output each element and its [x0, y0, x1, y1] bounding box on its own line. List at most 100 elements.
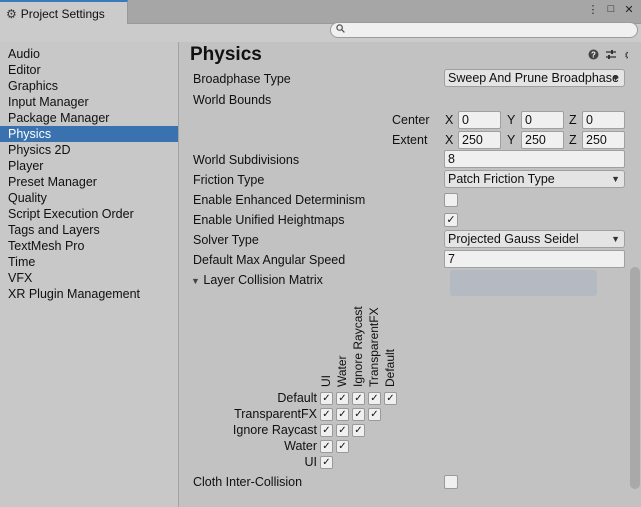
- matrix-checkbox[interactable]: ✓: [320, 440, 333, 453]
- solver-type-label: Solver Type: [193, 233, 259, 247]
- matrix-checkbox[interactable]: ✓: [320, 408, 333, 421]
- broadphase-label: Broadphase Type: [193, 72, 291, 86]
- extent-z-label: Z: [569, 133, 577, 147]
- center-z-field[interactable]: 0: [582, 111, 625, 129]
- extent-label: Extent: [392, 133, 428, 147]
- sidebar: Audio Editor Graphics Input Manager Package …: [0, 42, 179, 507]
- matrix-col-label: Water: [335, 355, 349, 387]
- help-icon[interactable]: ?: [587, 49, 599, 63]
- matrix-checkbox[interactable]: ✓: [352, 408, 365, 421]
- sidebar-item-input-manager[interactable]: Input Manager: [0, 94, 178, 110]
- gear-icon: ⚙: [6, 6, 17, 21]
- chevron-down-icon: ▼: [611, 234, 620, 244]
- enhanced-determinism-checkbox[interactable]: [444, 193, 458, 207]
- more-options-icon[interactable]: ⋮: [587, 3, 599, 16]
- matrix-row-label: TransparentFX: [234, 407, 317, 421]
- matrix-checkbox[interactable]: ✓: [384, 392, 397, 405]
- matrix-checkbox[interactable]: ✓: [336, 424, 349, 437]
- sidebar-item-physics[interactable]: Physics: [0, 126, 178, 142]
- center-y-field[interactable]: 0: [521, 111, 564, 129]
- center-z-label: Z: [569, 113, 577, 127]
- solver-type-value: Projected Gauss Seidel: [448, 232, 579, 246]
- world-bounds-label: World Bounds: [193, 93, 272, 107]
- solver-type-dropdown[interactable]: Projected Gauss Seidel ▼: [444, 230, 625, 248]
- extent-x-field[interactable]: 250: [458, 131, 501, 149]
- broadphase-dropdown[interactable]: Sweep And Prune Broadphase ▼: [444, 69, 625, 87]
- matrix-checkbox[interactable]: ✓: [320, 456, 333, 469]
- extent-z-field[interactable]: 250: [582, 131, 625, 149]
- extent-y-field[interactable]: 250: [521, 131, 564, 149]
- friction-type-dropdown[interactable]: Patch Friction Type ▼: [444, 170, 625, 188]
- chevron-down-icon: ▼: [611, 73, 620, 83]
- preset-icon[interactable]: [605, 49, 617, 63]
- max-angular-speed-label: Default Max Angular Speed: [193, 253, 346, 267]
- matrix-checkbox[interactable]: ✓: [336, 408, 349, 421]
- sidebar-item-preset-manager[interactable]: Preset Manager: [0, 174, 178, 190]
- unified-heightmaps-label: Enable Unified Heightmaps: [193, 213, 345, 227]
- sidebar-list: Audio Editor Graphics Input Manager Package …: [0, 46, 178, 302]
- center-label: Center: [392, 113, 430, 127]
- center-x-label: X: [445, 113, 454, 127]
- maximize-icon[interactable]: □: [605, 3, 617, 16]
- search-icon: [336, 24, 345, 36]
- main-panel: Physics ? ⚙ Broadphase Type Sweep And Pr…: [180, 42, 641, 507]
- sidebar-item-tags-and-layers[interactable]: Tags and Layers: [0, 222, 178, 238]
- search-field[interactable]: [330, 22, 638, 38]
- matrix-checkbox[interactable]: ✓: [368, 408, 381, 421]
- matrix-checkbox[interactable]: ✓: [352, 392, 365, 405]
- center-y-label: Y: [507, 113, 516, 127]
- matrix-checkbox[interactable]: ✓: [320, 392, 333, 405]
- friction-type-value: Patch Friction Type: [448, 172, 555, 186]
- layer-collision-label: Layer Collision Matrix: [203, 273, 323, 287]
- matrix-checkbox[interactable]: ✓: [336, 440, 349, 453]
- layer-collision-foldout[interactable]: ▼ Layer Collision Matrix: [191, 271, 323, 289]
- page-title: Physics: [190, 44, 262, 65]
- matrix-checkbox[interactable]: ✓: [368, 392, 381, 405]
- sidebar-item-script-execution-order[interactable]: Script Execution Order: [0, 206, 178, 222]
- matrix-col-label: TransparentFX: [367, 307, 381, 387]
- sidebar-item-quality[interactable]: Quality: [0, 190, 178, 206]
- sidebar-item-audio[interactable]: Audio: [0, 46, 178, 62]
- broadphase-value: Sweep And Prune Broadphase: [448, 71, 619, 85]
- sidebar-item-vfx[interactable]: VFX: [0, 270, 178, 286]
- extent-y-label: Y: [507, 133, 516, 147]
- matrix-row-label: UI: [304, 455, 318, 469]
- cloth-inter-collision-label: Cloth Inter-Collision: [193, 475, 303, 489]
- center-x-field[interactable]: 0: [458, 111, 501, 129]
- chevron-down-icon: ▼: [611, 174, 620, 184]
- matrix-col-label: UI: [319, 375, 333, 387]
- close-icon[interactable]: ✕: [623, 3, 635, 16]
- friction-type-label: Friction Type: [193, 173, 265, 187]
- svg-text:?: ?: [591, 51, 596, 60]
- foldout-arrow-icon: ▼: [191, 276, 200, 286]
- enhanced-determinism-label: Enable Enhanced Determinism: [193, 193, 366, 207]
- matrix-row-label: Default: [277, 391, 317, 405]
- tab-project-settings[interactable]: ⚙ Project Settings: [0, 0, 128, 25]
- world-subdivisions-label: World Subdivisions: [193, 153, 300, 167]
- world-subdivisions-field[interactable]: 8: [444, 150, 625, 168]
- sidebar-item-xr-plugin-management[interactable]: XR Plugin Management: [0, 286, 178, 302]
- extent-x-label: X: [445, 133, 454, 147]
- tab-title: Project Settings: [20, 6, 105, 21]
- matrix-checkbox[interactable]: ✓: [320, 424, 333, 437]
- matrix-row-label: Ignore Raycast: [232, 423, 317, 437]
- scrollbar-thumb[interactable]: [630, 267, 640, 489]
- sidebar-item-physics-2d[interactable]: Physics 2D: [0, 142, 178, 158]
- matrix-row-label: Water: [284, 439, 317, 453]
- cloth-inter-collision-checkbox[interactable]: [444, 475, 458, 489]
- max-angular-speed-field[interactable]: 7: [444, 250, 625, 268]
- sidebar-item-textmesh-pro[interactable]: TextMesh Pro: [0, 238, 178, 254]
- sidebar-item-editor[interactable]: Editor: [0, 62, 178, 78]
- sidebar-item-graphics[interactable]: Graphics: [0, 78, 178, 94]
- title-bar: ⚙ Project Settings ⋮ □ ✕: [0, 0, 641, 25]
- matrix-checkbox[interactable]: ✓: [352, 424, 365, 437]
- sidebar-item-player[interactable]: Player: [0, 158, 178, 174]
- window-controls: ⋮ □ ✕: [587, 3, 635, 16]
- sidebar-item-package-manager[interactable]: Package Manager: [0, 110, 178, 126]
- matrix-col-label: Default: [383, 348, 397, 387]
- drag-highlight: [450, 270, 597, 296]
- sidebar-item-time[interactable]: Time: [0, 254, 178, 270]
- unified-heightmaps-checkbox[interactable]: ✓: [444, 213, 458, 227]
- matrix-checkbox[interactable]: ✓: [336, 392, 349, 405]
- search-input[interactable]: [345, 24, 637, 36]
